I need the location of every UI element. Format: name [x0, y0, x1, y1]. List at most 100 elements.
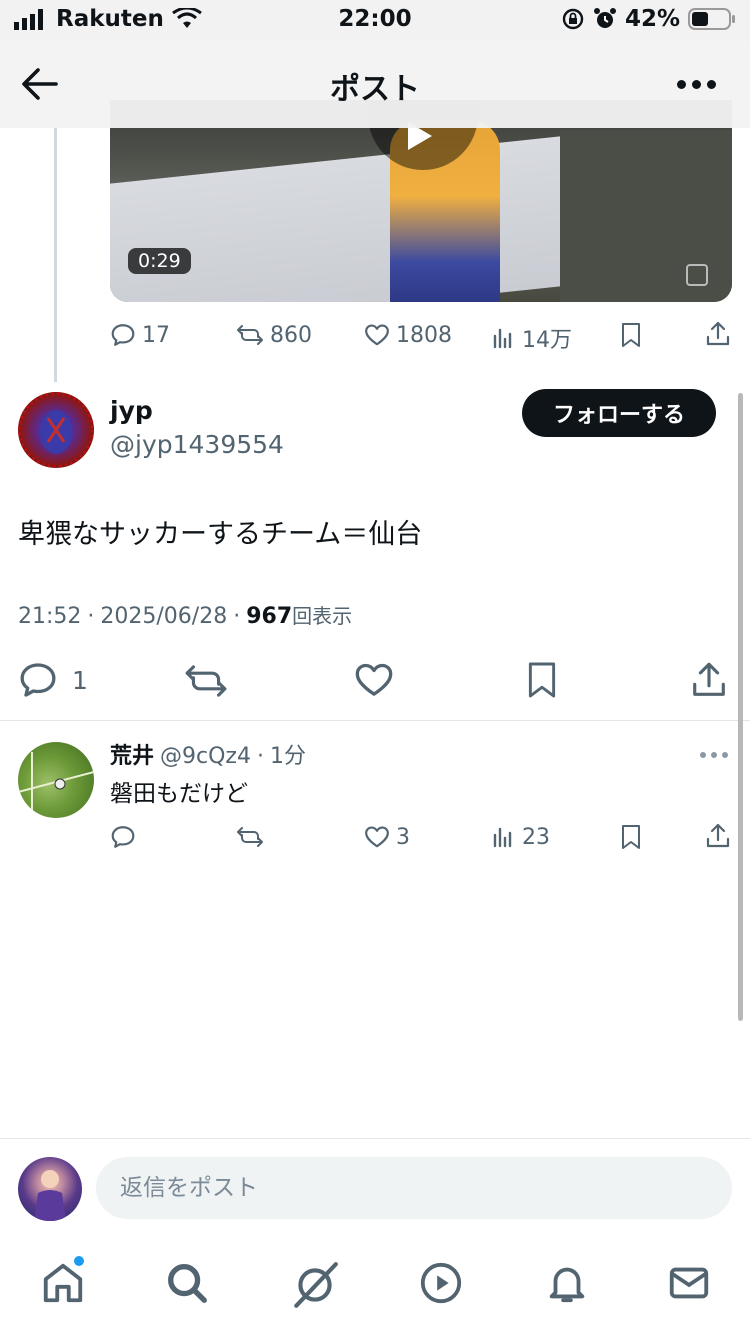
- grok-icon: [294, 1262, 338, 1308]
- post-views[interactable]: 967回表示: [246, 600, 352, 629]
- bookmark-icon: [528, 662, 556, 698]
- bookmark-icon: [622, 825, 640, 849]
- author-name[interactable]: jyp: [110, 396, 153, 425]
- tab-notifications[interactable]: [544, 1260, 590, 1306]
- tab-home[interactable]: [40, 1260, 86, 1306]
- parent-like-button[interactable]: 1808: [364, 322, 452, 348]
- post-text: 卑猥なサッカーするチーム＝仙台: [18, 519, 423, 550]
- tab-bar: [0, 1248, 750, 1334]
- divider: [0, 720, 750, 721]
- tab-grok[interactable]: [290, 1260, 340, 1310]
- dot-icon: [711, 752, 717, 758]
- more-options-button[interactable]: [677, 80, 716, 89]
- reply-button[interactable]: 1: [18, 660, 88, 700]
- repost-button[interactable]: [184, 662, 228, 700]
- share-icon: [706, 321, 730, 346]
- views-count: 967: [246, 604, 293, 629]
- meta-separator: ·: [87, 604, 95, 629]
- tab-search[interactable]: [164, 1260, 210, 1306]
- reply-bookmark-button[interactable]: [620, 824, 642, 850]
- repost-icon: [185, 665, 227, 697]
- avatar-image: [34, 1170, 66, 1221]
- dot-icon: [722, 752, 728, 758]
- bookmark-icon: [622, 323, 640, 347]
- video-player[interactable]: 0:29: [110, 100, 732, 302]
- repost-icon: [237, 827, 263, 847]
- analytics-icon: [493, 328, 512, 349]
- thread-line: [54, 128, 57, 382]
- share-icon: [706, 823, 730, 848]
- home-icon: [43, 1263, 83, 1303]
- like-button[interactable]: [354, 660, 394, 700]
- avatar-image: [18, 752, 94, 818]
- author-avatar[interactable]: [18, 392, 94, 468]
- video-duration: 0:29: [128, 248, 191, 274]
- heart-icon: [365, 324, 389, 346]
- parent-bookmark-button[interactable]: [620, 322, 642, 348]
- rotation-lock-icon: [562, 8, 584, 30]
- alarm-icon: [593, 8, 616, 28]
- tab-video[interactable]: [418, 1260, 464, 1306]
- analytics-icon: [493, 827, 512, 848]
- post-meta: 21:52 · 2025/06/28 · 967回表示: [18, 600, 352, 629]
- reply-input[interactable]: [96, 1157, 732, 1219]
- reply-header: 荒井 @9cQz4 · 1分: [110, 738, 306, 770]
- post-date: 2025/06/28: [100, 604, 228, 629]
- home-notification-badge: [74, 1256, 84, 1266]
- header: ポスト: [0, 42, 750, 128]
- reply-repost-button[interactable]: [236, 824, 264, 850]
- messages-icon: [669, 1267, 709, 1299]
- author-handle[interactable]: @jyp1439554: [110, 430, 284, 459]
- my-avatar[interactable]: [18, 1157, 82, 1221]
- status-bar: Rakuten 22:00 42%: [0, 0, 750, 42]
- reply-reply-button[interactable]: [110, 824, 136, 850]
- share-icon: [693, 662, 725, 696]
- parent-like-count: 1808: [396, 322, 452, 348]
- tab-messages[interactable]: [666, 1260, 712, 1306]
- dot-icon: [692, 80, 701, 89]
- parent-views-button[interactable]: 14万: [492, 322, 572, 354]
- reply-icon: [111, 826, 135, 848]
- bookmark-button[interactable]: [526, 660, 558, 700]
- dot-icon: [677, 80, 686, 89]
- reply-text: 磐田もだけど: [110, 781, 248, 807]
- reply-icon: [111, 324, 135, 346]
- reply-author-name[interactable]: 荒井: [110, 738, 154, 770]
- parent-repost-button[interactable]: 860: [236, 322, 312, 348]
- reply-like-count: 3: [396, 824, 410, 850]
- meta-separator: ·: [256, 744, 264, 769]
- meta-separator: ·: [233, 604, 241, 629]
- reply-views-count: 23: [522, 824, 550, 850]
- reply-author-handle[interactable]: @9cQz4: [160, 744, 251, 769]
- reply-like-button[interactable]: 3: [364, 824, 410, 850]
- parent-reply-button[interactable]: 17: [110, 322, 170, 348]
- dot-icon: [700, 752, 706, 758]
- post-time: 21:52: [18, 604, 82, 629]
- search-icon: [168, 1264, 207, 1303]
- divider: [0, 1138, 750, 1139]
- dot-icon: [707, 80, 716, 89]
- page-title: ポスト: [330, 72, 420, 107]
- heart-icon: [365, 826, 389, 848]
- heart-icon: [355, 663, 393, 696]
- reply-count: 1: [72, 665, 88, 695]
- scrollbar[interactable]: [738, 393, 743, 1021]
- reply-author-avatar[interactable]: [18, 742, 94, 818]
- follow-button[interactable]: フォローする: [522, 389, 716, 437]
- reply-time: 1分: [269, 744, 306, 769]
- reply-icon: [20, 663, 56, 697]
- repost-icon: [237, 325, 263, 345]
- status-right: 42%: [561, 6, 736, 32]
- avatar-image: [18, 392, 94, 468]
- parent-reply-count: 17: [142, 322, 170, 348]
- reply-views-button[interactable]: 23: [492, 824, 550, 850]
- reply-more-button[interactable]: [700, 752, 728, 758]
- parent-share-button[interactable]: [705, 320, 731, 348]
- video-icon: [420, 1262, 462, 1304]
- notifications-icon: [549, 1267, 585, 1303]
- parent-repost-count: 860: [270, 322, 312, 348]
- reply-share-button[interactable]: [705, 822, 731, 850]
- views-label: 回表示: [292, 604, 353, 628]
- share-button[interactable]: [690, 660, 728, 700]
- parent-views-count: 14万: [522, 328, 572, 353]
